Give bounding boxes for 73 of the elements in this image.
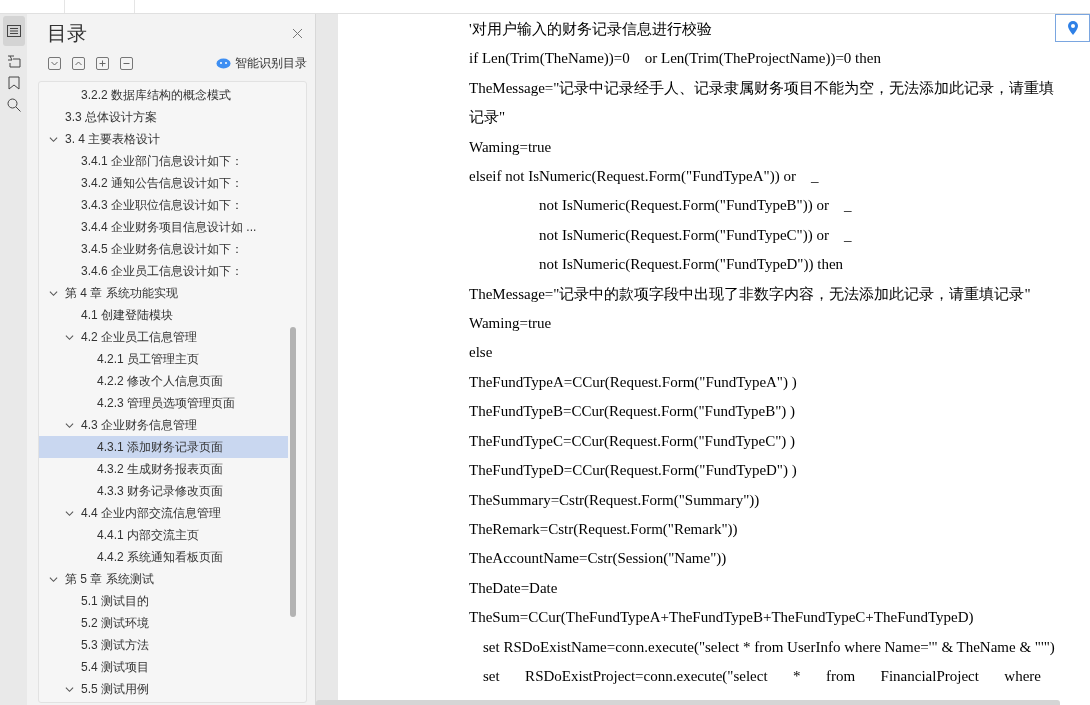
code-line: set RSDoExistName=conn.execute("select * from UserInfo where Name='" & TheName & "'") — [482, 637, 1056, 657]
chevron-icon[interactable] — [49, 288, 58, 298]
code-line: TheFundTypeB=CCur(Request.Form("FundTypeB") ) — [469, 402, 797, 422]
code-line: elseif not IsNumeric(Request.Form("FundTypeA")) or _ — [469, 167, 820, 187]
toc-item[interactable]: 3.3 总体设计方案 — [39, 106, 288, 128]
scrollbar-thumb[interactable] — [290, 327, 296, 617]
toc-item[interactable]: 5.3 测试方法 — [39, 634, 288, 656]
code-line: TheRemark=Cstr(Request.Form("Remark")) — [469, 519, 739, 539]
code-line: not IsNumeric(Request.Form("FundTypeC")) or _ — [538, 225, 853, 245]
minus-icon[interactable] — [120, 56, 133, 70]
toc-item[interactable]: 第 4 章 系统功能实现 — [39, 282, 288, 304]
chevron-icon[interactable] — [65, 420, 74, 430]
toc-item[interactable]: 4.3.1 添加财务记录页面 — [39, 436, 288, 458]
text-icon[interactable] — [6, 54, 21, 68]
code-line: if Len(Trim(TheName))=0 or Len(Trim(TheProjectName))=0 then — [469, 49, 882, 69]
toc-item[interactable]: 4.2 企业员工信息管理 — [39, 326, 288, 348]
toc-item[interactable]: 5.5 测试用例 — [39, 678, 288, 700]
code-line: TheMessage="记录中记录经手人、记录隶属财务项目不能为空，无法添加此记录，请重填记录" — [469, 78, 1056, 128]
code-line: TheFundTypeD=CCur(Request.Form("FundTypeD") ) — [469, 461, 798, 481]
bookmark-icon[interactable] — [7, 76, 20, 90]
code-line: else — [469, 343, 494, 363]
toc-item[interactable]: 3.4.3 企业职位信息设计如下： — [39, 194, 288, 216]
code-line: '对用户输入的财务记录信息进行校验 — [469, 20, 713, 39]
toc-item[interactable]: 3.2.2 数据库结构的概念模式 — [39, 84, 288, 106]
toc-item[interactable]: 第 5 章 系统测试 — [39, 568, 288, 590]
toc-item[interactable]: 4.3.2 生成财务报表页面 — [39, 458, 288, 480]
chevron-icon[interactable] — [49, 574, 58, 584]
code-line: TheDate=Date — [469, 578, 559, 598]
toc-item[interactable]: 4.1 创建登陆模块 — [39, 304, 288, 326]
toc-item[interactable]: 4.4 企业内部交流信息管理 — [39, 502, 288, 524]
code-line: TheAccountName=Cstr(Session("Name")) — [469, 549, 728, 569]
toc-item[interactable]: 3.4.1 企业部门信息设计如下： — [39, 150, 288, 172]
location-pin-icon — [1066, 20, 1079, 36]
toc-item[interactable]: 5.2 测试环境 — [39, 612, 288, 634]
panel-title: 目录 — [47, 21, 87, 46]
code-line: TheSummary=Cstr(Request.Form("Summary")) — [469, 490, 761, 510]
search-icon[interactable] — [6, 98, 21, 112]
collapse-all-icon[interactable] — [48, 56, 61, 70]
code-line: not IsNumeric(Request.Form("FundTypeD")) then — [538, 255, 845, 275]
code-line: TheFundTypeA=CCur(Request.Form("FundTypeA") ) — [469, 372, 798, 392]
toc-icon[interactable] — [2, 16, 25, 46]
chevron-icon[interactable] — [65, 332, 74, 342]
plus-icon[interactable] — [96, 56, 109, 70]
toc-item[interactable]: 4.4.2 系统通知看板页面 — [39, 546, 288, 568]
toc-item[interactable]: 4.2.1 员工管理主页 — [39, 348, 288, 370]
code-line: TheSum=CCur(TheFundTypeA+TheFundTypeB+TheFundTypeC+TheFundTypeD) — [469, 608, 975, 628]
toc-item[interactable]: 4.3.3 财务记录修改页面 — [39, 480, 288, 502]
toc-item[interactable]: 5.4 测试项目 — [39, 656, 288, 678]
toc-item[interactable]: 3.4.4 企业财务项目信息设计如 ... — [39, 216, 288, 238]
code-line: set RSDoExistProject=conn.execute("select * from FinancialProject where — [482, 666, 1041, 686]
toc-item[interactable]: 4.4.1 内部交流主页 — [39, 524, 288, 546]
toc-item[interactable]: 4.3 企业财务信息管理 — [39, 414, 288, 436]
toc-item[interactable]: 4.2.3 管理员选项管理页面 — [39, 392, 288, 414]
code-line: Waming=true — [469, 137, 553, 157]
smart-toc-button[interactable]: 智能识别目录 — [216, 54, 307, 72]
close-icon[interactable] — [292, 27, 303, 39]
toc-item[interactable]: 4.2.2 修改个人信息页面 — [39, 370, 288, 392]
expand-up-icon[interactable] — [72, 56, 85, 70]
chevron-icon[interactable] — [65, 684, 74, 694]
toc-item[interactable]: 5.1 测试目的 — [39, 590, 288, 612]
horizontal-scrollbar[interactable] — [316, 700, 1060, 705]
code-line: Waming=true — [469, 314, 553, 334]
code-line: TheFundTypeC=CCur(Request.Form("FundTypeC") ) — [469, 431, 797, 451]
toc-item[interactable]: 3.4.6 企业员工信息设计如下： — [39, 260, 288, 282]
robot-icon — [216, 57, 231, 69]
toc-item[interactable]: 3. 4 主要表格设计 — [39, 128, 288, 150]
toc-item[interactable]: 3.4.2 通知公告信息设计如下： — [39, 172, 288, 194]
chevron-icon[interactable] — [49, 134, 58, 144]
code-line: not IsNumeric(Request.Form("FundTypeB")) or _ — [538, 196, 853, 216]
location-pin-button[interactable] — [1055, 14, 1090, 42]
code-line: TheMessage="记录中的款项字段中出现了非数字内容，无法添加此记录，请重填记录" — [469, 284, 1032, 304]
toc-item[interactable]: 3.4.5 企业财务信息设计如下： — [39, 238, 288, 260]
chevron-icon[interactable] — [65, 508, 74, 518]
